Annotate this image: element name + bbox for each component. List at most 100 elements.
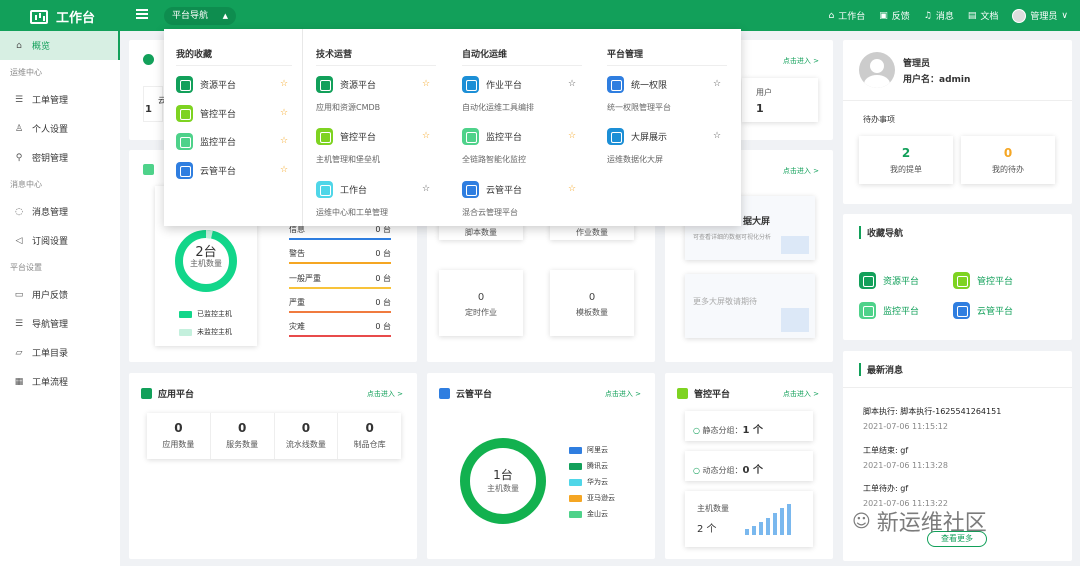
nav-messages[interactable]: ♫ 消息 [924,9,954,23]
dropdown-item-label: 云管平台 [486,186,523,196]
monitor-icon [859,302,876,319]
star-filled-icon[interactable]: ☆ [422,79,430,89]
sidebar-item-catalog[interactable]: ▱ 工单目录 [0,338,120,367]
nav-docs[interactable]: ▤ 文档 [968,9,999,23]
severity-row: 一般严重 0 台 [289,273,391,289]
host-donut-label: 主机数量 [190,259,222,268]
chevron-down-icon: ∨ [1061,10,1068,21]
dropdown-fav-item[interactable]: 管控平台 [176,105,236,122]
dropdown-col-title: 我的收藏 [176,50,213,60]
app-title: 工作台 [56,11,96,26]
legend-label: 亚马逊云 [587,494,615,502]
profile-name: 管理员 [903,59,931,69]
monitor-icon [143,164,154,175]
dropdown-item-desc: 全链路智能化监控 [462,155,526,164]
timed-job-label: 定时作业 [465,308,497,317]
folder-icon: ▱ [15,347,23,358]
stat-value: 0 [365,421,374,435]
star-icon[interactable]: ☆ [568,79,576,89]
dropdown-fav-item[interactable]: 云管平台 [176,162,236,179]
fav-cloud[interactable]: 云管平台 [953,302,1013,319]
sidebar-item-subscribe[interactable]: ◁ 订阅设置 [0,226,120,255]
nav-feedback[interactable]: ▣ 反馈 [879,9,910,23]
divider [843,100,1072,101]
dropdown-item-desc: 统一权限管理平台 [607,103,671,112]
star-icon[interactable]: ☆ [422,184,430,194]
news-item-title: 脚本执行: 脚本执行-1625541264151 [863,407,1002,416]
sidebar-item-label: 导航管理 [32,320,69,330]
dropdown-item[interactable]: 大屏展示 [607,128,667,145]
star-icon[interactable]: ☆ [713,79,721,89]
star-icon[interactable]: ☆ [713,131,721,141]
feedback-icon: ▭ [14,289,24,300]
dropdown-item-desc: 混合云管理平台 [462,208,518,217]
star-filled-icon[interactable]: ☆ [280,108,288,118]
host-bars [745,499,805,535]
severity-row: 灾难 0 台 [289,321,391,337]
sidebar-item-personal[interactable]: ♙ 个人设置 [0,114,120,143]
user-stat-tile: 用户 1 [742,78,818,122]
severity-row: 严重 0 台 [289,297,391,313]
favorites-title: 收藏导航 [859,226,903,239]
dropdown-fav-item[interactable]: 监控平台 [176,133,236,150]
screen-icon [607,128,624,145]
watermark: ☺ 新运维社区 [852,505,987,537]
resource-enter-link[interactable]: 点击进入 > [783,56,819,66]
app-stat: 0 流水线数量 [275,413,339,459]
legend-label: 已监控主机 [197,310,232,318]
user-menu[interactable]: 管理员 ∨ [1012,8,1068,23]
dropdown-item[interactable]: 监控平台 [462,128,522,145]
fav-monitor[interactable]: 监控平台 [859,302,919,319]
dropdown-item[interactable]: 资源平台 [316,76,376,93]
news-item-date: 2021-07-06 11:15:12 [863,422,948,431]
app-logo[interactable]: 工作台 [30,7,95,26]
app-enter-link[interactable]: 点击进入 > [367,389,403,399]
menu-toggle-icon[interactable] [136,9,148,19]
sidebar-item-feedback[interactable]: ▭ 用户反馈 [0,280,120,309]
static-group-label: 静态分组： [702,426,743,435]
dropdown-item[interactable]: 管控平台 [316,128,376,145]
resource-icon [143,54,154,65]
star-filled-icon[interactable]: ☆ [568,184,576,194]
star-filled-icon[interactable]: ☆ [422,131,430,141]
todo-submitted[interactable]: 2 我的提单 [859,136,953,184]
nav-workbench[interactable]: ⌂ 工作台 [829,9,866,23]
news-item[interactable]: 工单结束: gf 2021-07-06 11:13:28 [863,445,948,470]
legend-label: 腾讯云 [587,462,608,470]
star-filled-icon[interactable]: ☆ [280,136,288,146]
dropdown-col-title: 技术运营 [316,50,353,60]
platform-nav-button[interactable]: 平台导航 ▲ [164,7,236,25]
sidebar-item-keys[interactable]: ⚲ 密钥管理 [0,143,120,172]
todo-pending[interactable]: 0 我的待办 [961,136,1055,184]
dropdown-item[interactable]: 作业平台 [462,76,522,93]
fav-resource[interactable]: 资源平台 [859,272,919,289]
sidebar-item-label: 订阅设置 [32,237,69,247]
sidebar-item-nav-mgmt[interactable]: ☰ 导航管理 [0,309,120,338]
star-filled-icon[interactable]: ☆ [280,165,288,175]
todo-value: 0 [1003,146,1013,160]
sidebar-item-label: 工单流程 [32,378,69,388]
star-filled-icon[interactable]: ☆ [568,131,576,141]
sidebar-item-workflow[interactable]: ▦ 工单流程 [0,367,120,396]
cloud-icon [953,302,970,319]
dropdown-fav-item[interactable]: 资源平台 [176,76,236,93]
sidebar-item-message-mgmt[interactable]: ◌ 消息管理 [0,197,120,226]
control-enter-link[interactable]: 点击进入 > [783,389,819,399]
fav-control[interactable]: 管控平台 [953,272,1013,289]
sidebar-item-tickets[interactable]: ☰ 工单管理 [0,85,120,114]
bar [759,522,763,535]
dropdown-item[interactable]: 工作台 [316,181,367,198]
news-item[interactable]: 脚本执行: 脚本执行-1625541264151 2021-07-06 11:15… [863,406,1001,431]
screen-enter-link[interactable]: 点击进入 > [783,166,819,176]
timed-job-value: 0 [477,292,485,303]
dropdown-item[interactable]: 统一权限 [607,76,667,93]
nav-feedback-label: 反馈 [891,12,910,22]
todo-title: 待办事项 [863,115,895,124]
dropdown-item-label: 大屏展示 [631,133,668,143]
sidebar-item-overview[interactable]: ⌂ 概览 [0,31,120,60]
dynamic-group-tile: ○ 动态分组：0 个 [685,451,813,481]
star-filled-icon[interactable]: ☆ [280,79,288,89]
sliders-icon [677,388,688,399]
dropdown-item[interactable]: 云管平台 [462,181,522,198]
cloud-enter-link[interactable]: 点击进入 > [605,389,641,399]
